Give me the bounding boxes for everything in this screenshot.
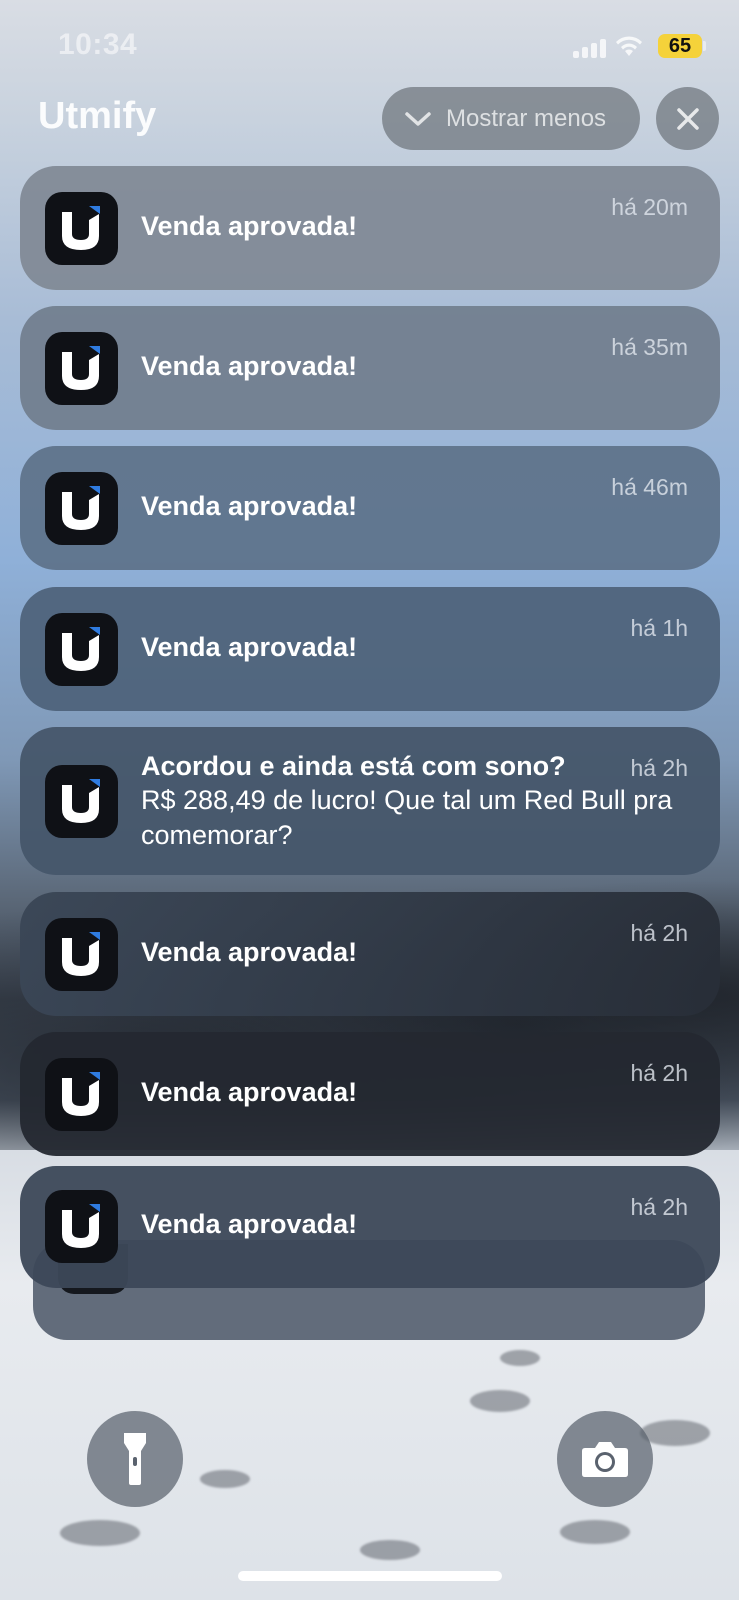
notification-title: Venda aprovada! [141, 632, 358, 662]
footprint [60, 1520, 140, 1546]
show-less-label: Mostrar menos [446, 104, 607, 132]
utmify-app-icon [45, 918, 118, 991]
notification-card[interactable]: Venda aprovada! há 35m [20, 306, 720, 430]
camera-icon [582, 1442, 628, 1477]
footprint [640, 1420, 710, 1446]
notification-group-title: Utmify [38, 95, 157, 137]
flashlight-icon [124, 1433, 146, 1485]
utmify-logo-icon [62, 486, 100, 530]
notification-title: Venda aprovada! [141, 937, 358, 967]
close-icon [676, 107, 699, 130]
notification-title: Venda aprovada! [141, 211, 358, 241]
battery-cap [703, 41, 706, 51]
footprint [470, 1390, 530, 1412]
notification-time: há 2h [630, 1194, 688, 1220]
utmify-app-icon [45, 613, 118, 686]
utmify-logo-icon [62, 1204, 100, 1248]
flashlight-button[interactable] [87, 1411, 183, 1507]
notification-card[interactable]: Venda aprovada! há 1h [20, 587, 720, 711]
battery-indicator: 65 [658, 34, 702, 58]
notification-time: há 2h [630, 755, 688, 781]
utmify-logo-icon [62, 779, 100, 823]
notification-body: R$ 288,49 de lucro! Que tal um Red Bull … [141, 785, 673, 850]
notification-card[interactable]: Venda aprovada! há 2h [20, 1032, 720, 1156]
notification-card[interactable]: Acordou e ainda está com sono? R$ 288,49… [20, 727, 720, 875]
notification-time: há 46m [611, 474, 688, 500]
footprint [560, 1520, 630, 1544]
notification-card[interactable]: Venda aprovada! há 2h [20, 1166, 720, 1288]
footprint [500, 1350, 540, 1366]
utmify-app-icon [45, 332, 118, 405]
cellular-signal-icon [573, 38, 607, 58]
notification-title: Acordou e ainda está com sono? [141, 751, 566, 781]
notification-time: há 2h [630, 1060, 688, 1086]
notification-title: Venda aprovada! [141, 351, 358, 381]
utmify-app-icon [45, 1058, 118, 1131]
show-less-button[interactable]: Mostrar menos [382, 87, 640, 150]
home-indicator[interactable] [238, 1571, 502, 1581]
utmify-app-icon [45, 192, 118, 265]
utmify-logo-icon [62, 346, 100, 390]
utmify-app-icon [45, 472, 118, 545]
clear-group-button[interactable] [656, 87, 719, 150]
utmify-logo-icon [62, 206, 100, 250]
wifi-icon [616, 36, 642, 56]
notification-title: Venda aprovada! [141, 1077, 358, 1107]
notification-card[interactable]: Venda aprovada! há 2h [20, 892, 720, 1016]
notification-card[interactable]: Venda aprovada! há 46m [20, 446, 720, 570]
notification-card[interactable]: Venda aprovada! há 20m [20, 166, 720, 290]
footprint [360, 1540, 420, 1560]
status-bar: 10:34 65 [0, 0, 739, 90]
utmify-logo-icon [62, 1072, 100, 1116]
camera-button[interactable] [557, 1411, 653, 1507]
notification-time: há 20m [611, 194, 688, 220]
notification-time: há 1h [630, 615, 688, 641]
notification-time: há 35m [611, 334, 688, 360]
footprint [200, 1470, 250, 1488]
utmify-logo-icon [62, 627, 100, 671]
notification-title: Venda aprovada! [141, 491, 358, 521]
utmify-app-icon [45, 765, 118, 838]
notification-time: há 2h [630, 920, 688, 946]
status-time: 10:34 [58, 28, 138, 61]
notification-title: Venda aprovada! [141, 1209, 358, 1239]
utmify-logo-icon [62, 932, 100, 976]
utmify-app-icon [45, 1190, 118, 1263]
chevron-down-icon [405, 111, 431, 126]
